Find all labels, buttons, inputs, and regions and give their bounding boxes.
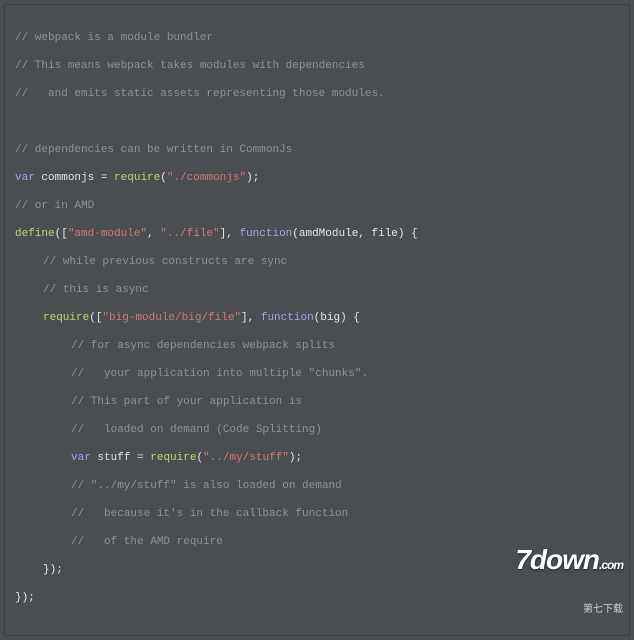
comment: // for async dependencies webpack splits [71,340,335,352]
comment: // of the AMD require [71,536,223,548]
comment: // and emits static assets representing … [15,88,385,100]
comment: // while previous constructs are sync [43,256,287,268]
string: "./commonjs" [167,172,246,184]
call-require: require [150,452,196,464]
call-define: define [15,228,55,240]
string: "amd-module" [68,228,147,240]
keyword-function: function [261,312,314,324]
code-editor: // webpack is a module bundler // This m… [4,4,630,636]
call-require: require [114,172,160,184]
string: "big-module/big/file" [102,312,241,324]
comment: // your application into multiple "chunk… [71,368,368,380]
comment: // because it's in the callback function [71,508,348,520]
params: (amdModule, file) [292,228,404,240]
comment: // dependencies can be written in Common… [15,144,292,156]
comment: // this is async [43,284,149,296]
call-require: require [43,312,89,324]
comment: // webpack is a module bundler [15,32,213,44]
watermark-tagline: 第七下载 [515,603,623,617]
params: (big) [314,312,347,324]
keyword-var: var [15,172,35,184]
identifier: stuff [97,452,130,464]
identifier: commonjs [41,172,94,184]
comment: // or in AMD [15,200,94,212]
comment: // "../my/stuff" is also loaded on deman… [71,480,342,492]
string: "../file" [160,228,219,240]
comment: // loaded on demand (Code Splitting) [71,424,322,436]
comment: // This part of your application is [71,396,302,408]
string: "../my/stuff" [203,452,289,464]
keyword-function: function [239,228,292,240]
comment: // This means webpack takes modules with… [15,60,365,72]
keyword-var: var [71,452,91,464]
